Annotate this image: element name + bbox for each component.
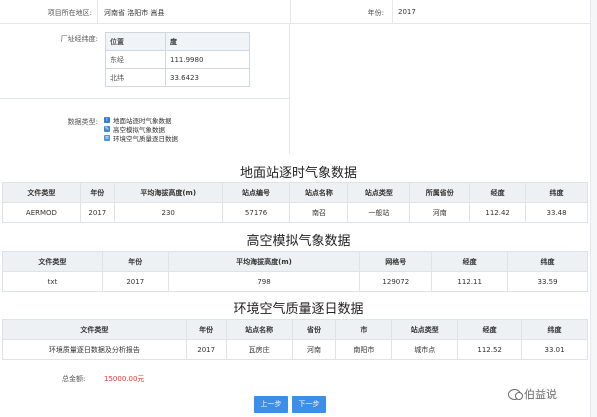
table-cell: 南召 <box>289 202 349 223</box>
divider <box>97 0 98 24</box>
column-header: 经度 <box>431 251 509 272</box>
data-type-label: 环境空气质量逐日数据 <box>113 134 178 143</box>
table-cell: 一般站 <box>347 202 411 223</box>
table-cell: 112.11 <box>431 271 509 292</box>
coord-value: 33.6423 <box>165 68 250 87</box>
table-header-row: 文件类型 年份 平均海拔高度(m) 站点编号 站点名称 站点类型 所属省份 经度… <box>2 182 588 203</box>
table-cell: 129072 <box>359 271 433 292</box>
table-header-row: 文件类型 年份 平均海拔高度(m) 网格号 经度 纬度 <box>2 251 588 272</box>
edit-icon: ✎ <box>104 125 110 132</box>
data-types-list: i 地面站逐时气象数据 ✎ 高空模拟气象数据 ≡ 环境空气质量逐日数据 <box>104 115 178 143</box>
column-header: 年份 <box>185 319 227 340</box>
column-header: 站点类型 <box>347 182 411 203</box>
coordinates-header-row: 位置 度 <box>105 32 250 51</box>
table-row: 环境质量逐日数据及分析报告 2017 瓦房庄 河南 南阳市 城市点 112.52… <box>2 339 588 360</box>
watermark: 伯益说 <box>508 386 557 402</box>
column-header: 纬度 <box>507 251 588 272</box>
column-header: 平均海拔高度(m) <box>113 182 223 203</box>
table-cell: txt <box>2 271 103 292</box>
column-header: 平均海拔高度(m) <box>167 251 361 272</box>
table-cell: 112.42 <box>469 202 527 223</box>
coord-header-degree: 度 <box>165 32 250 51</box>
location-value: 河南省 洛阳市 嵩县 <box>104 9 165 17</box>
column-header: 纬度 <box>521 319 588 340</box>
column-header: 网格号 <box>359 251 433 272</box>
table-cell: 33.48 <box>525 202 588 223</box>
table-row: AERMOD 2017 230 57176 南召 一般站 河南 112.42 3… <box>2 202 588 223</box>
upper-data-table: 文件类型 年份 平均海拔高度(m) 网格号 经度 纬度 txt 2017 798… <box>2 251 588 292</box>
table-cell: AERMOD <box>2 202 81 223</box>
column-header: 站点类型 <box>391 319 459 340</box>
column-header: 经度 <box>457 319 523 340</box>
total-amount-label: 总金额: <box>62 375 86 383</box>
table-cell: 河南 <box>409 202 471 223</box>
table-row: txt 2017 798 129072 112.11 33.59 <box>2 271 588 292</box>
coordinates-table: 位置 度 东经 111.9980 北纬 33.6423 <box>105 32 250 87</box>
air-data-table: 文件类型 年份 站点名称 省份 市 站点类型 经度 纬度 环境质量逐日数据及分析… <box>2 319 588 360</box>
column-header: 市 <box>335 319 393 340</box>
table-cell: 230 <box>113 202 223 223</box>
table-cell: 33.59 <box>507 271 588 292</box>
table-cell: 2017 <box>101 271 169 292</box>
info-icon: i <box>104 116 110 123</box>
coord-name: 北纬 <box>105 68 166 87</box>
table-cell: 瓦房庄 <box>225 339 293 360</box>
table-cell: 环境质量逐日数据及分析报告 <box>2 339 187 360</box>
column-header: 站点编号 <box>221 182 291 203</box>
column-header: 年份 <box>79 182 115 203</box>
column-header: 站点名称 <box>225 319 293 340</box>
year-label: 年份: <box>367 9 384 17</box>
table-cell: 城市点 <box>391 339 459 360</box>
scrollbar[interactable] <box>590 0 597 417</box>
data-types-section: 数据类型: i 地面站逐时气象数据 ✎ 高空模拟气象数据 ≡ 环境空气质量逐日数… <box>0 98 290 154</box>
table-cell: 798 <box>167 271 361 292</box>
table-row: 北纬 33.6423 <box>105 68 250 87</box>
table-cell: 2017 <box>79 202 115 223</box>
coordinates-section: 厂址经纬度: 位置 度 东经 111.9980 北纬 33.6423 <box>0 24 290 98</box>
table-cell: 33.01 <box>521 339 588 360</box>
wechat-icon <box>508 388 523 400</box>
table-header-row: 文件类型 年份 站点名称 省份 市 站点类型 经度 纬度 <box>2 319 588 340</box>
coord-value: 111.9980 <box>165 50 250 69</box>
divider <box>392 0 393 24</box>
location-label: 项目所在地区: <box>47 9 92 17</box>
next-step-button[interactable]: 下一步 <box>292 396 326 413</box>
document-icon: ≡ <box>104 134 110 141</box>
coord-name: 东经 <box>105 50 166 69</box>
column-header: 站点名称 <box>289 182 349 203</box>
table-cell: 57176 <box>221 202 291 223</box>
column-header: 年份 <box>101 251 169 272</box>
coord-header-position: 位置 <box>105 32 166 51</box>
column-header: 文件类型 <box>2 182 81 203</box>
column-header: 纬度 <box>525 182 588 203</box>
watermark-text: 伯益说 <box>524 388 557 401</box>
divider <box>290 0 291 24</box>
column-header: 省份 <box>291 319 337 340</box>
column-header: 文件类型 <box>2 251 103 272</box>
total-amount-value: 15000.00元 <box>104 375 145 383</box>
column-header: 所属省份 <box>409 182 471 203</box>
table-row: 东经 111.9980 <box>105 50 250 69</box>
table-cell: 南阳市 <box>335 339 393 360</box>
coordinates-label: 厂址经纬度: <box>60 35 98 43</box>
column-header: 经度 <box>469 182 527 203</box>
year-value: 2017 <box>398 8 416 16</box>
air-section-title: 环境空气质量逐日数据 <box>233 302 364 317</box>
table-cell: 2017 <box>185 339 227 360</box>
location-row: 项目所在地区: 河南省 洛阳市 嵩县 年份: 2017 <box>0 0 597 24</box>
table-cell: 112.52 <box>457 339 523 360</box>
list-item[interactable]: ≡ 环境空气质量逐日数据 <box>104 133 178 143</box>
upper-section-title: 高空模拟气象数据 <box>246 234 351 249</box>
surface-data-table: 文件类型 年份 平均海拔高度(m) 站点编号 站点名称 站点类型 所属省份 经度… <box>2 182 588 223</box>
table-cell: 河南 <box>291 339 337 360</box>
column-header: 文件类型 <box>2 319 187 340</box>
surface-section-title: 地面站逐时气象数据 <box>239 166 357 181</box>
previous-step-button[interactable]: 上一步 <box>254 396 288 413</box>
data-types-label: 数据类型: <box>67 118 98 126</box>
